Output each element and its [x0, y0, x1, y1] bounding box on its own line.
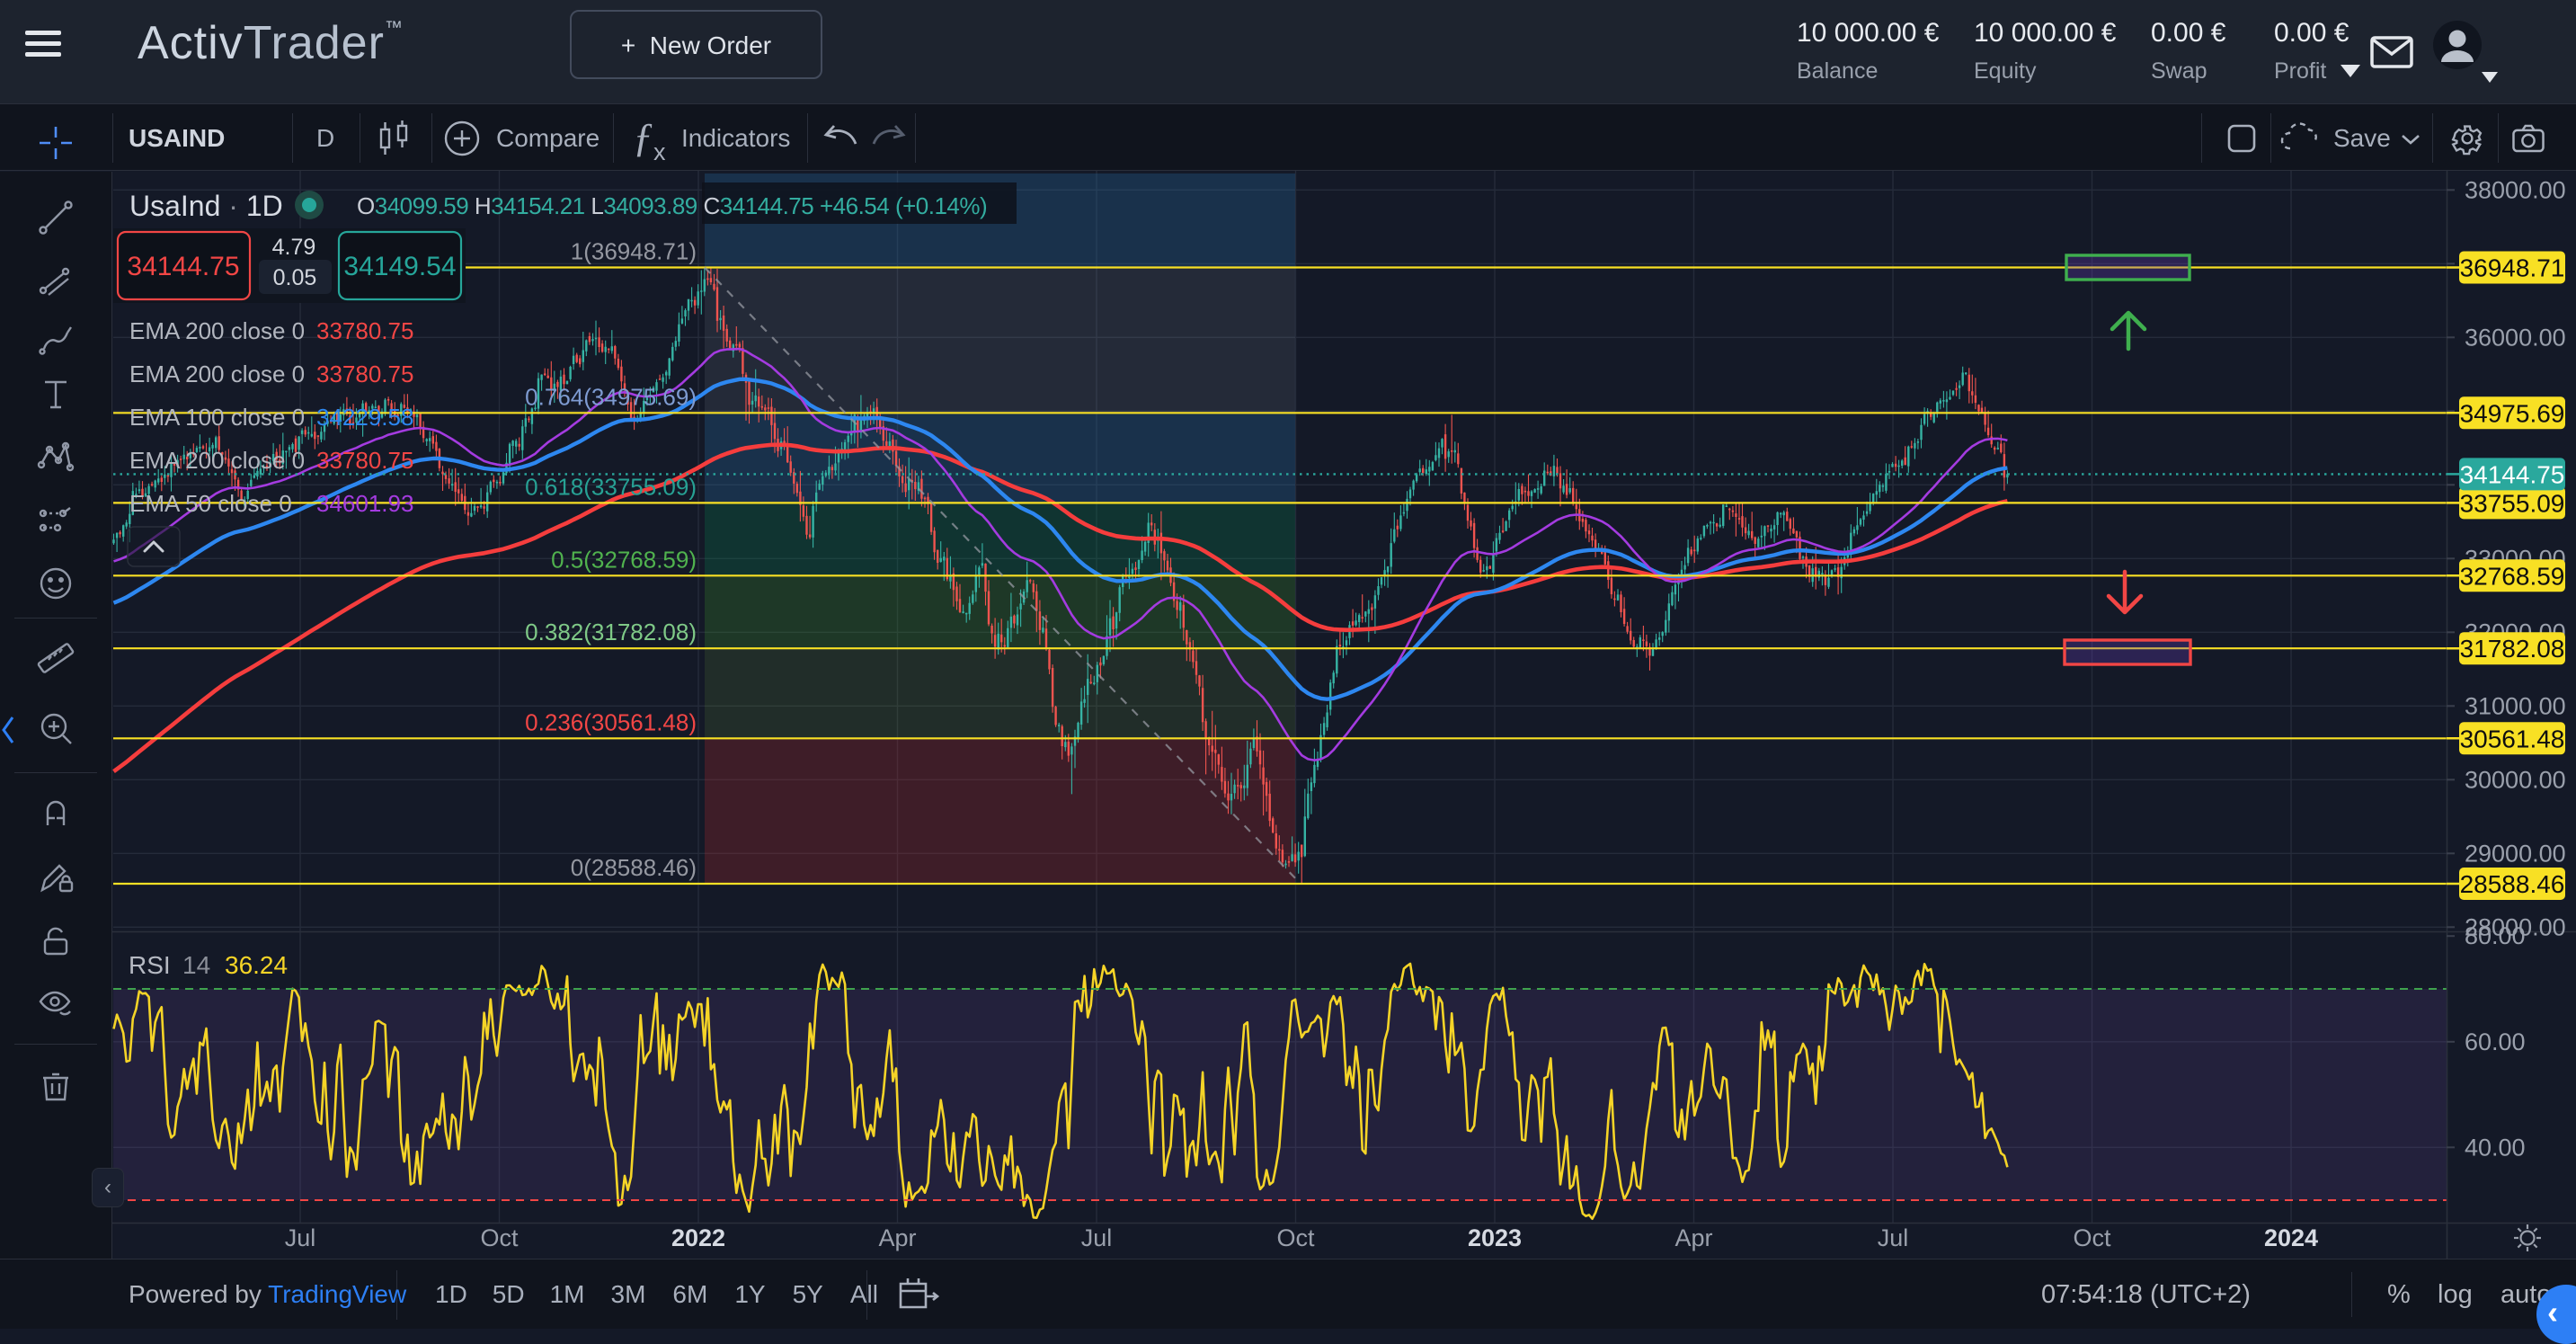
- svg-text:60.00: 60.00: [2465, 1028, 2526, 1055]
- svg-text:33780.75: 33780.75: [316, 447, 413, 474]
- svg-text:4.79: 4.79: [272, 235, 316, 260]
- svg-text:0.382(31782.08): 0.382(31782.08): [525, 619, 697, 645]
- svg-text:32768.59: 32768.59: [2460, 562, 2565, 590]
- svg-text:Jul: Jul: [1878, 1224, 1909, 1251]
- svg-text:EMA 200 close 0: EMA 200 close 0: [129, 360, 305, 387]
- svg-text:EMA 200 close 0: EMA 200 close 0: [129, 447, 305, 474]
- svg-text:2022: 2022: [671, 1224, 725, 1251]
- svg-text:36948.71: 36948.71: [2460, 254, 2565, 282]
- svg-text:36000.00: 36000.00: [2465, 324, 2566, 351]
- svg-text:1(36948.71): 1(36948.71): [571, 238, 697, 265]
- svg-text:EMA 200 close 0: EMA 200 close 0: [129, 317, 305, 344]
- svg-text:31782.08: 31782.08: [2460, 635, 2565, 663]
- svg-text:29000.00: 29000.00: [2465, 840, 2566, 867]
- svg-text:Apr: Apr: [1674, 1224, 1712, 1251]
- svg-text:34229.58: 34229.58: [316, 404, 413, 431]
- svg-text:UsaInd · 1D: UsaInd · 1D: [129, 190, 283, 222]
- svg-text:O34099.59 H34154.21 L34093.89: O34099.59 H34154.21 L34093.89 C34144.75 …: [357, 192, 987, 219]
- svg-text:0.236(30561.48): 0.236(30561.48): [525, 708, 697, 735]
- svg-text:0(28588.46): 0(28588.46): [571, 854, 697, 881]
- svg-text:36.24: 36.24: [225, 951, 288, 979]
- svg-text:0.05: 0.05: [273, 265, 317, 290]
- svg-text:34149.54: 34149.54: [343, 252, 456, 281]
- svg-text:80.00: 80.00: [2465, 922, 2526, 949]
- svg-text:33780.75: 33780.75: [316, 360, 413, 387]
- svg-text:Oct: Oct: [480, 1224, 519, 1251]
- svg-text:30561.48: 30561.48: [2460, 725, 2565, 752]
- svg-text:0.5(32768.59): 0.5(32768.59): [551, 546, 697, 573]
- svg-text:Oct: Oct: [1276, 1224, 1315, 1251]
- svg-text:38000.00: 38000.00: [2465, 176, 2566, 203]
- svg-text:31000.00: 31000.00: [2465, 692, 2566, 719]
- svg-text:Jul: Jul: [285, 1224, 316, 1251]
- svg-text:Jul: Jul: [1081, 1224, 1113, 1251]
- svg-text:33780.75: 33780.75: [316, 317, 413, 344]
- svg-text:2024: 2024: [2264, 1224, 2318, 1251]
- svg-text:33755.09: 33755.09: [2460, 489, 2565, 517]
- svg-text:Oct: Oct: [2073, 1224, 2111, 1251]
- svg-text:0.618(33755.09): 0.618(33755.09): [525, 473, 697, 500]
- svg-text:EMA 50 close 0: EMA 50 close 0: [129, 490, 292, 517]
- svg-text:Apr: Apr: [878, 1224, 916, 1251]
- svg-text:34144.75: 34144.75: [127, 252, 239, 281]
- svg-text:14: 14: [182, 951, 210, 979]
- svg-text:40.00: 40.00: [2465, 1134, 2526, 1161]
- svg-text:2023: 2023: [1468, 1224, 1522, 1251]
- svg-text:RSI: RSI: [129, 951, 171, 979]
- svg-text:0.764(34975.69): 0.764(34975.69): [525, 383, 697, 410]
- svg-text:34975.69: 34975.69: [2460, 399, 2565, 427]
- svg-text:28588.46: 28588.46: [2460, 870, 2565, 898]
- svg-text:EMA 100 close 0: EMA 100 close 0: [129, 404, 305, 431]
- svg-text:34601.93: 34601.93: [316, 490, 413, 517]
- svg-text:34144.75: 34144.75: [2460, 460, 2565, 488]
- svg-text:30000.00: 30000.00: [2465, 766, 2566, 793]
